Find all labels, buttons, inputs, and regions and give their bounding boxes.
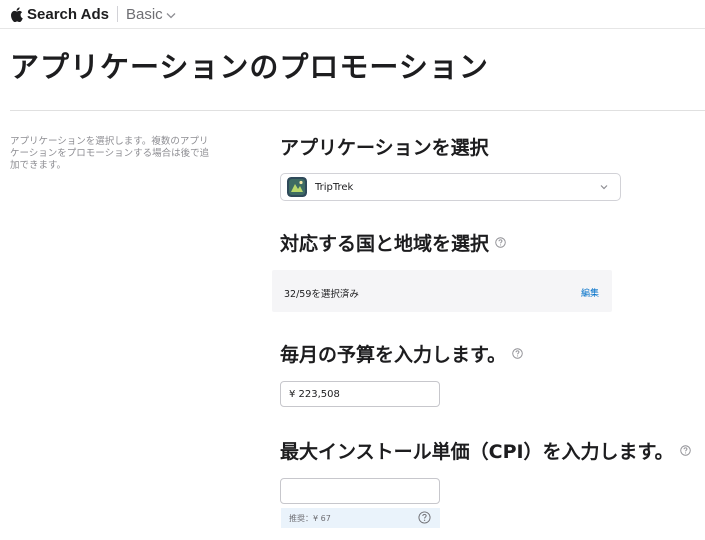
countries-edit-link[interactable]: 編集 bbox=[581, 286, 599, 299]
top-bar: Search Ads Basic bbox=[0, 0, 705, 29]
max-cpi-input[interactable] bbox=[280, 478, 440, 504]
brand-divider bbox=[116, 6, 118, 22]
plan-selector[interactable]: Basic bbox=[126, 6, 176, 23]
title-divider bbox=[10, 110, 705, 111]
app-icon bbox=[287, 177, 307, 197]
cpi-recommendation: 推奨：¥ 67 bbox=[281, 508, 440, 528]
help-icon[interactable] bbox=[495, 237, 506, 248]
app-section-title: アプリケーションを選択 bbox=[280, 137, 489, 159]
chevron-down-icon bbox=[166, 12, 176, 18]
cpi-section-title: 最大インストール単価（CPI）を入力します。 bbox=[280, 441, 674, 463]
cpi-recommendation-text: 推奨：¥ 67 bbox=[289, 513, 331, 523]
brand-name: Search Ads bbox=[27, 5, 109, 23]
selected-app-name: TripTrek bbox=[315, 181, 354, 193]
help-icon[interactable] bbox=[679, 445, 691, 456]
budget-section-heading: 毎月の予算を入力します。 bbox=[280, 340, 523, 367]
help-icon[interactable] bbox=[512, 348, 523, 359]
app-section-heading: アプリケーションを選択 bbox=[280, 133, 489, 160]
plan-label: Basic bbox=[125, 5, 163, 23]
budget-section-title: 毎月の予算を入力します。 bbox=[280, 344, 507, 366]
apple-logo-icon bbox=[11, 6, 23, 22]
help-icon[interactable] bbox=[418, 511, 431, 524]
countries-panel: 32/59を選択済み 編集 bbox=[272, 270, 612, 312]
countries-section-heading: 対応する国と地域を選択 bbox=[280, 229, 506, 256]
cpi-section-heading: 最大インストール単価（CPI）を入力します。 bbox=[280, 437, 691, 464]
chevron-down-icon bbox=[600, 185, 608, 190]
monthly-budget-input[interactable] bbox=[280, 381, 440, 407]
brand: Search Ads Basic bbox=[10, 4, 176, 24]
countries-selected-count: 32/59を選択済み bbox=[284, 289, 359, 300]
sidebar-help-text: アプリケーションを選択します。複数のアプリケーションをプロモーションする場合は後… bbox=[10, 136, 210, 171]
countries-section-title: 対応する国と地域を選択 bbox=[280, 233, 490, 255]
app-select-dropdown[interactable]: TripTrek bbox=[280, 173, 621, 201]
page-title: アプリケーションのプロモーション bbox=[10, 50, 489, 84]
